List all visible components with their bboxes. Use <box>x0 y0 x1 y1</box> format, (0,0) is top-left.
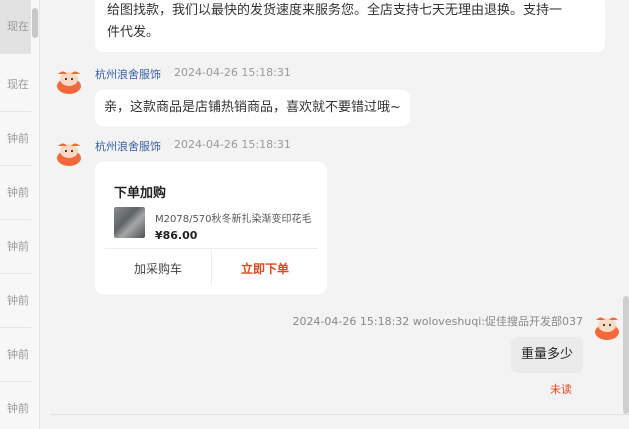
message-text: 给图找款，我们以最快的发货速度来服务您。全店支持七天无理由退换。支持一 <box>107 3 563 18</box>
my-message-meta: 2024-04-26 15:18:32 woloveshuqi:促佳搜品开发部0… <box>292 315 583 328</box>
chat-scrollbar[interactable] <box>623 296 629 414</box>
product-thumbnail[interactable] <box>114 207 145 238</box>
conversation-time: 钟前 <box>7 402 29 415</box>
conversation-item[interactable]: 钟前 <box>0 328 31 382</box>
conversation-item[interactable]: 钟前 <box>0 274 31 328</box>
product-price: ¥86.00 <box>155 229 198 242</box>
conversation-item[interactable]: 现在 <box>0 58 31 112</box>
message-bubble: 亲，这款商品是店铺热销商品，喜欢就不要错过哦~ <box>95 90 410 126</box>
card-title: 下单加购 <box>114 186 167 201</box>
conversation-item[interactable]: 钟前 <box>0 382 31 429</box>
conversation-item[interactable]: 钟前 <box>0 112 31 166</box>
conversation-time: 钟前 <box>7 294 29 307</box>
order-card: 下单加购 M2078/570秋冬新扎染渐变印花毛 ¥86.00 加采购车 立即下… <box>95 162 327 294</box>
conversation-list: 现在 现在 钟前 钟前 钟前 钟前 钟前 钟前 <box>0 0 40 429</box>
message-text: 亲，这款商品是店铺热销商品，喜欢就不要错过哦~ <box>104 100 401 115</box>
message-timestamp: 2024-04-26 15:18:31 <box>174 66 291 79</box>
message-text: 件代发。 <box>107 25 160 40</box>
conversation-time: 钟前 <box>7 348 29 361</box>
my-message-bubble: 重量多少 <box>511 337 583 373</box>
conversation-time: 钟前 <box>7 186 29 199</box>
message-bubble: 给图找款，我们以最快的发货速度来服务您。全店支持七天无理由退换。支持一 件代发。 <box>95 0 605 52</box>
list-scrollbar[interactable] <box>32 8 38 38</box>
shop-avatar-icon[interactable] <box>54 65 84 95</box>
chat-area: 给图找款，我们以最快的发货速度来服务您。全店支持七天无理由退换。支持一 件代发。… <box>40 0 629 429</box>
conversation-item[interactable]: 现在 <box>0 0 31 54</box>
shop-avatar-icon[interactable] <box>54 137 84 167</box>
conversation-time: 现在 <box>7 78 29 91</box>
conversation-item[interactable]: 钟前 <box>0 220 31 274</box>
conversation-item[interactable]: 钟前 <box>0 166 31 220</box>
conversation-time: 钟前 <box>7 132 29 145</box>
sender-name[interactable]: 杭州浪舍服饰 <box>95 66 161 82</box>
conversation-time: 钟前 <box>7 240 29 253</box>
sender-name[interactable]: 杭州浪舍服饰 <box>95 138 161 154</box>
unread-status: 未读 <box>550 383 572 396</box>
user-avatar-icon[interactable] <box>592 311 622 341</box>
divider <box>50 414 629 415</box>
conversation-time: 现在 <box>7 20 29 33</box>
message-timestamp: 2024-04-26 15:18:31 <box>174 138 291 151</box>
buy-now-button[interactable]: 立即下单 <box>212 249 318 289</box>
add-to-cart-button[interactable]: 加采购车 <box>105 249 211 289</box>
